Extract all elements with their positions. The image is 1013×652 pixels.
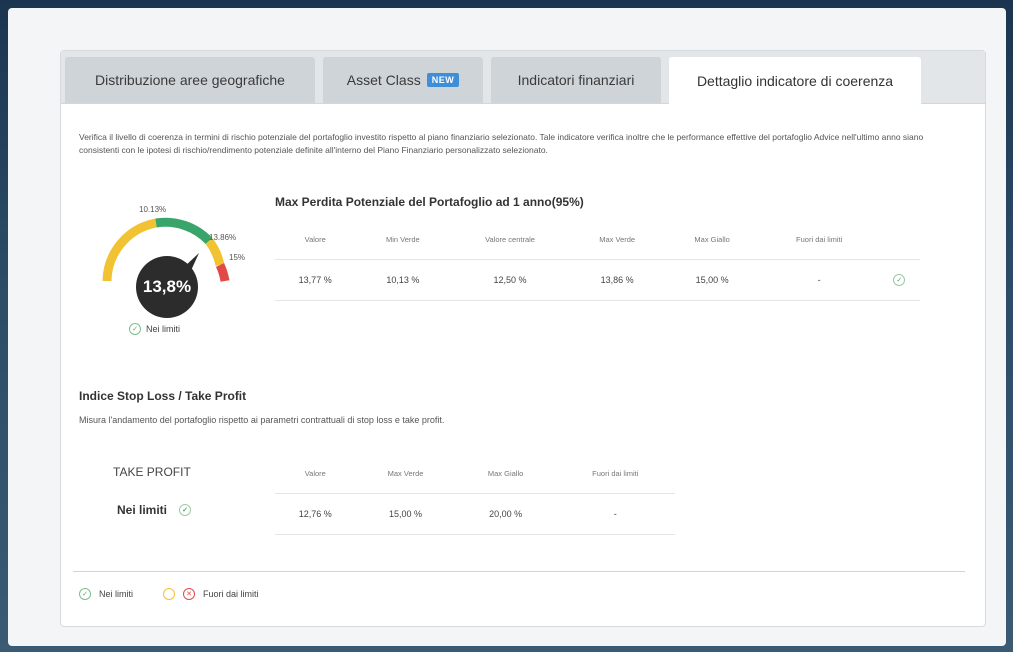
max-loss-table: Valore Min Verde Valore centrale Max Ver… — [275, 219, 920, 301]
tab-distribuzione-aree-geografiche[interactable]: Distribuzione aree geografiche — [65, 57, 315, 103]
tab-dettaglio-indicatore-coerenza[interactable]: Dettaglio indicatore di coerenza — [669, 57, 921, 104]
gauge-yellow-right-segment — [205, 238, 225, 267]
table-cell: - — [759, 259, 879, 301]
table-cell: 12,50 % — [450, 259, 570, 301]
tab-label: Indicatori finanziari — [517, 72, 635, 88]
legend-out-limits: Fuori dai limiti — [203, 589, 259, 599]
new-badge: NEW — [426, 73, 460, 87]
take-profit-status-label: Nei limiti — [117, 503, 168, 517]
table-header: Valore — [304, 468, 326, 478]
table-cell: 13,86 % — [569, 259, 665, 301]
stop-loss-description: Misura l'andamento del portafoglio rispe… — [79, 415, 445, 425]
gauge-tick-end: 15% — [229, 253, 246, 262]
tab-asset-class[interactable]: Asset Class NEW — [323, 57, 483, 103]
table-header: Fuori dai limiti — [796, 234, 843, 244]
check-circle-icon: ✓ — [129, 323, 141, 335]
check-circle-icon: ✓ — [179, 504, 192, 516]
section-divider — [73, 571, 965, 572]
check-circle-icon: ✓ — [79, 588, 91, 600]
table-cell: - — [555, 493, 675, 535]
gauge-green-segment — [155, 217, 213, 245]
table-cell: 12,76 % — [275, 493, 356, 535]
take-profit-table: Valore Max Verde Max Giallo Fuori dai li… — [275, 453, 675, 535]
check-circle-icon: ✓ — [893, 274, 906, 286]
yellow-circle-icon — [163, 588, 176, 600]
table-header: Max Giallo — [487, 468, 524, 478]
table-header: Max Giallo — [694, 234, 730, 244]
table-cell: 10,13 % — [355, 259, 451, 301]
table-row: 13,77 % 10,13 % 12,50 % 13,86 % 15,00 % … — [275, 259, 920, 301]
gauge-red-segment — [215, 263, 230, 282]
table-header: Valore centrale — [485, 234, 535, 244]
table-cell: 15,00 % — [664, 259, 760, 301]
legend-in-limits: Nei limiti — [99, 589, 134, 599]
table-header: Valore — [304, 234, 326, 244]
red-x-circle-icon: ✕ — [183, 588, 196, 600]
table-cell: 15,00 % — [355, 493, 456, 535]
max-loss-title: Max Perdita Potenziale del Portafoglio a… — [275, 195, 584, 209]
gauge-status: ✓ Nei limiti — [129, 323, 180, 335]
gauge-status-label: Nei limiti — [146, 324, 181, 334]
risk-gauge: 13,8% 10.13% 13.86% 15% ✓ Nei limiti — [101, 201, 251, 341]
gauge-value: 13,8% — [136, 256, 198, 318]
tab-indicatori-finanziari[interactable]: Indicatori finanziari — [491, 57, 661, 103]
table-header: Max Verde — [387, 468, 424, 478]
table-row: 12,76 % 15,00 % 20,00 % - — [275, 493, 675, 535]
tab-label: Distribuzione aree geografiche — [95, 72, 285, 88]
tab-bar: Distribuzione aree geografiche Asset Cla… — [61, 51, 985, 104]
stop-loss-title: Indice Stop Loss / Take Profit — [79, 389, 247, 403]
legend: ✓ Nei limiti ✕ Fuori dai limiti — [79, 588, 259, 600]
gauge-tick-right: 13.86% — [209, 233, 237, 242]
table-header: Min Verde — [385, 234, 420, 244]
coherence-description: Verifica il livello di coerenza in termi… — [79, 132, 924, 155]
take-profit-label: TAKE PROFIT — [113, 465, 191, 479]
table-header: Max Verde — [599, 234, 636, 244]
table-cell: 13,77 % — [275, 259, 356, 301]
tab-label: Dettaglio indicatore di coerenza — [696, 72, 894, 89]
gauge-tick-left: 10.13% — [139, 205, 167, 214]
table-header: Fuori dai limiti — [592, 468, 639, 478]
content-card: Distribuzione aree geografiche Asset Cla… — [60, 50, 986, 627]
tab-label: Asset Class — [346, 72, 421, 88]
window-background: Distribuzione aree geografiche Asset Cla… — [8, 8, 1006, 646]
take-profit-status: Nei limiti ✓ — [117, 503, 192, 517]
table-cell: 20,00 % — [455, 493, 556, 535]
